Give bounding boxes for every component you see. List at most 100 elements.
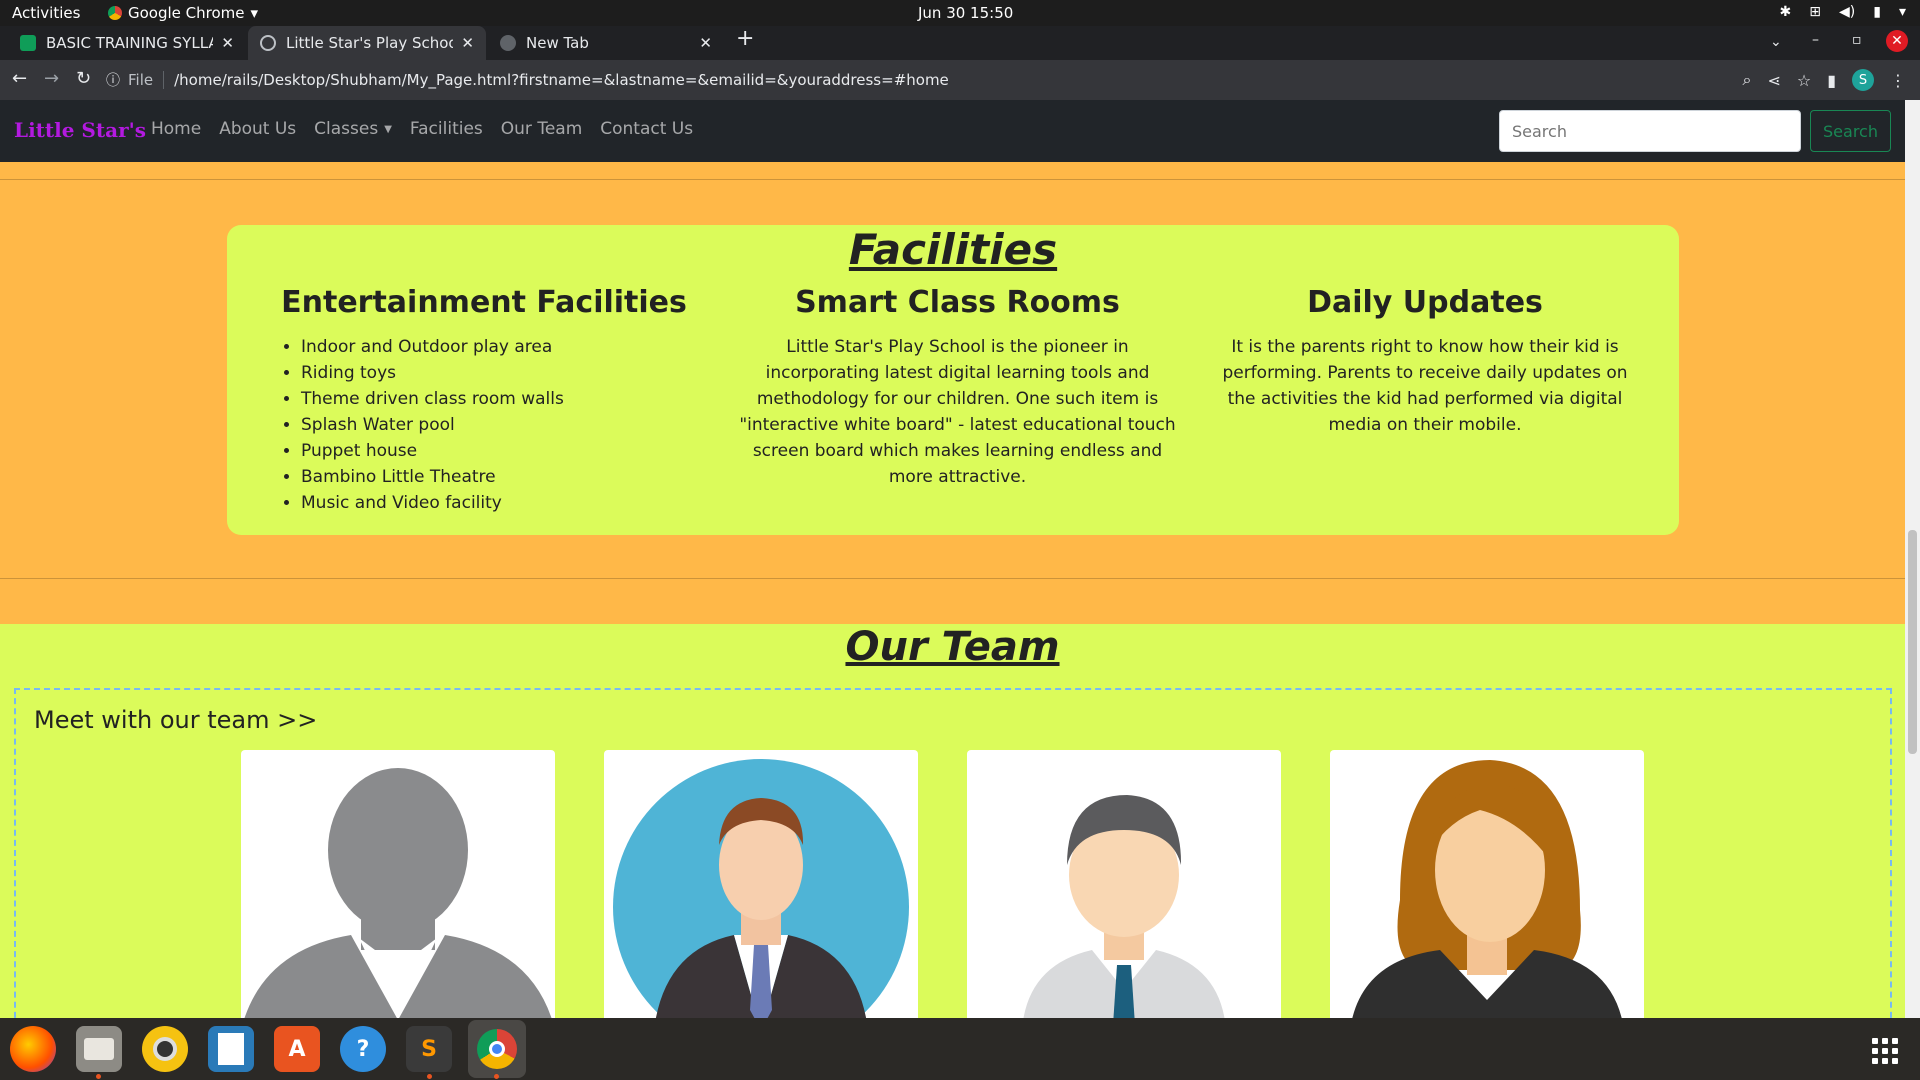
rhythmbox-icon[interactable] (142, 1026, 188, 1072)
software-icon[interactable]: A (274, 1026, 320, 1072)
running-indicator (427, 1074, 432, 1079)
restore-icon[interactable]: ▫ (1852, 32, 1862, 48)
bookmark-star-icon[interactable]: ☆ (1797, 71, 1811, 90)
list-item: Puppet house (301, 438, 699, 464)
team-subtitle: Meet with our team >> (34, 706, 318, 734)
smart-class-text: Little Star's Play School is the pioneer… (739, 337, 1176, 487)
menu-kebab-icon[interactable]: ⋮ (1890, 71, 1906, 90)
list-item: Theme driven class room walls (301, 386, 699, 412)
tab-title: BASIC TRAINING SYLLABUS (46, 34, 213, 52)
toolbar-icons: ⌕ ⋖ ☆ ▮ S ⋮ (1742, 69, 1906, 91)
nav-home[interactable]: Home (151, 119, 201, 139)
team-card (241, 750, 555, 1018)
caret-down-icon: ▾ (1898, 4, 1906, 20)
smart-class-column: Smart Class Rooms Little Star's Play Sch… (735, 285, 1180, 490)
daily-updates-text: It is the parents right to know how thei… (1222, 337, 1628, 435)
activities-button[interactable]: Activities (12, 4, 80, 22)
entertainment-list: Indoor and Outdoor play area Riding toys… (269, 334, 699, 516)
nav-facilities[interactable]: Facilities (410, 119, 483, 139)
writer-icon[interactable] (208, 1026, 254, 1072)
nav-classes[interactable]: Classes ▼ (314, 119, 392, 139)
list-item: Music and Video facility (301, 490, 699, 516)
smart-class-heading: Smart Class Rooms (795, 285, 1120, 320)
profile-avatar[interactable]: S (1852, 69, 1874, 91)
nav-classes-label: Classes (314, 119, 379, 139)
scrollbar-thumb[interactable] (1908, 530, 1917, 754)
tab-new-tab[interactable]: New Tab ✕ (488, 26, 724, 60)
system-top-bar: Activities Google Chrome ▾ Jun 30 15:50 … (0, 0, 1920, 26)
browser-toolbar: ← → ↻ ⓘ File /home/rails/Desktop/Shubham… (0, 60, 1920, 100)
close-icon[interactable]: ✕ (461, 34, 474, 52)
list-item: Indoor and Outdoor play area (301, 334, 699, 360)
app-menu[interactable]: Google Chrome ▾ (108, 4, 258, 22)
globe-icon (260, 35, 276, 51)
address-bar[interactable]: ⓘ File /home/rails/Desktop/Shubham/My_Pa… (106, 65, 1766, 95)
site-navbar: Little Star's Home About Us Classes ▼ Fac… (0, 100, 1905, 162)
zoom-icon[interactable]: ⌕ (1742, 70, 1751, 90)
nav-our-team[interactable]: Our Team (501, 119, 582, 139)
close-icon[interactable]: ✕ (699, 34, 712, 52)
running-indicator (96, 1074, 101, 1079)
businessman-avatar (613, 759, 909, 1018)
volume-icon: ◀) (1839, 4, 1856, 20)
page-scrollbar[interactable] (1905, 100, 1920, 1018)
team-box: Meet with our team >> (14, 688, 1892, 1018)
nav-links: Home About Us Classes ▼ Facilities Our Te… (151, 119, 693, 139)
woman-avatar (1352, 760, 1622, 1018)
firefox-icon[interactable] (10, 1026, 56, 1072)
tab-little-stars[interactable]: Little Star's Play School ✕ (248, 26, 486, 60)
gray-silhouette-avatar (244, 768, 552, 1018)
share-icon[interactable]: ⋖ (1767, 71, 1780, 90)
reload-icon[interactable]: ↻ (76, 68, 91, 89)
site-brand[interactable]: Little Star's (14, 118, 146, 142)
url-scheme: File (128, 71, 165, 89)
show-apps-icon[interactable] (1872, 1038, 1898, 1064)
search-button[interactable]: Search (1810, 110, 1891, 152)
info-icon[interactable]: ⓘ (106, 70, 120, 90)
list-item: Riding toys (301, 360, 699, 386)
forward-icon[interactable]: → (44, 68, 59, 89)
tab-strip: BASIC TRAINING SYLLABUS ✕ Little Star's … (0, 26, 1920, 60)
folder-glyph-icon (84, 1038, 114, 1060)
clock[interactable]: Jun 30 15:50 (918, 4, 1013, 22)
url-text[interactable]: /home/rails/Desktop/Shubham/My_Page.html… (174, 71, 949, 89)
system-tray[interactable]: ✱ ⊞ ◀) ▮ ▾ (1780, 4, 1906, 20)
caret-down-icon: ▾ (250, 4, 259, 22)
facilities-title: Facilities (848, 225, 1058, 274)
side-panel-icon[interactable]: ▮ (1827, 71, 1836, 90)
chrome-icon[interactable] (468, 1020, 526, 1078)
man-avatar (1023, 795, 1225, 1018)
tab-search-icon[interactable]: ⌄ (1770, 34, 1782, 50)
back-icon[interactable]: ← (12, 68, 27, 89)
nav-contact[interactable]: Contact Us (600, 119, 693, 139)
entertainment-column: Entertainment Facilities Indoor and Outd… (269, 285, 699, 516)
extension-icon: ✱ (1779, 4, 1792, 20)
minimize-icon[interactable]: – (1812, 32, 1819, 48)
close-window-button[interactable]: ✕ (1886, 30, 1908, 52)
daily-updates-column: Daily Updates It is the parents right to… (1210, 285, 1640, 438)
help-icon[interactable]: ? (340, 1026, 386, 1072)
document-glyph-icon (218, 1033, 244, 1065)
divider (0, 578, 1905, 579)
chrome-small-icon (108, 6, 122, 20)
divider (0, 179, 1905, 180)
sheets-icon (20, 35, 36, 51)
files-icon[interactable] (76, 1026, 122, 1072)
facilities-card: Facilities Entertainment Facilities Indo… (227, 225, 1679, 535)
sublime-icon[interactable]: S (406, 1026, 452, 1072)
running-indicator (494, 1074, 499, 1079)
daily-updates-heading: Daily Updates (1307, 285, 1543, 320)
team-title: Our Team (845, 624, 1060, 670)
entertainment-heading: Entertainment Facilities (281, 285, 687, 320)
close-icon[interactable]: ✕ (221, 34, 234, 52)
nav-about[interactable]: About Us (219, 119, 296, 139)
search-input[interactable] (1499, 110, 1801, 152)
tab-basic-training[interactable]: BASIC TRAINING SYLLABUS ✕ (8, 26, 246, 60)
chrome-logo-icon (477, 1029, 517, 1069)
team-card (604, 750, 918, 1018)
network-icon: ⊞ (1809, 4, 1822, 20)
team-card (967, 750, 1281, 1018)
speaker-glyph-icon (153, 1037, 177, 1061)
page-viewport: Little Star's Home About Us Classes ▼ Fac… (0, 100, 1905, 1018)
new-tab-button[interactable]: + (736, 26, 754, 51)
